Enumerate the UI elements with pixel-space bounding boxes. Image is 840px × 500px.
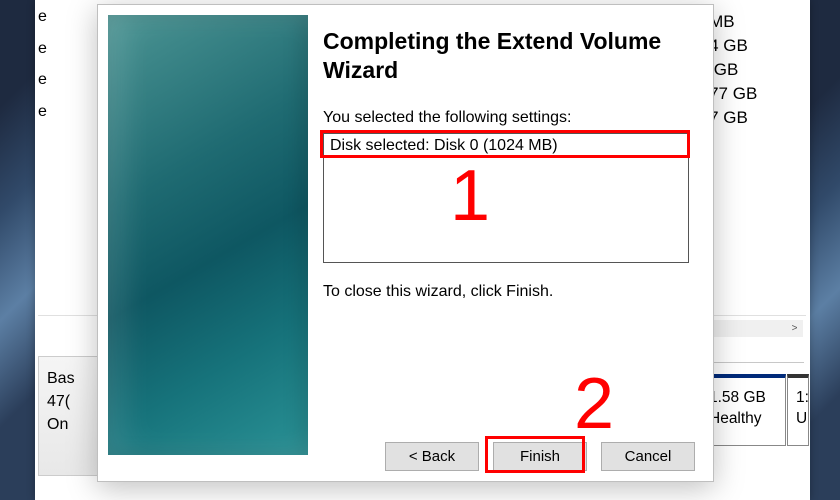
partition-status: U (796, 409, 800, 430)
disk-management-window: e e e e 990 MB 14.84 GB 1.58 GB 176.77 G… (35, 0, 810, 500)
partition-status: Healthy (709, 409, 777, 430)
extend-volume-wizard-dialog: Completing the Extend Volume Wizard You … (97, 4, 714, 482)
annotation-label-2: 2 (574, 363, 614, 445)
annotation-box-2 (485, 436, 585, 473)
annotation-box-1 (320, 130, 690, 158)
wizard-subtitle: You selected the following settings: (323, 109, 571, 127)
partition-size: 1: (796, 388, 800, 409)
wizard-button-row: < Back Finish Cancel (98, 442, 703, 471)
volume-list-letters: e e e e (38, 0, 63, 122)
scroll-right-icon[interactable]: > (786, 320, 803, 337)
volume-letter: e (38, 101, 63, 123)
wizard-close-hint: To close this wizard, click Finish. (323, 283, 553, 301)
annotation-label-1: 1 (450, 155, 490, 237)
volume-letter: e (38, 38, 63, 60)
volume-letter: e (38, 69, 63, 91)
wizard-sidebar-image (108, 15, 308, 455)
desktop-wallpaper-right (810, 0, 840, 500)
volume-letter: e (38, 6, 63, 28)
desktop-wallpaper-left (0, 0, 35, 500)
partition-size: 1.58 GB (709, 388, 777, 409)
disk-type-label: Bas (47, 367, 97, 390)
wizard-title: Completing the Extend Volume Wizard (323, 27, 693, 85)
disk-status-label: On (47, 413, 97, 436)
disk-header-panel: Bas 47( On (38, 356, 104, 476)
disk-size-label: 47( (47, 390, 97, 413)
partition-block[interactable]: 1: U (787, 374, 809, 446)
cancel-button[interactable]: Cancel (601, 442, 695, 471)
back-button[interactable]: < Back (385, 442, 479, 471)
